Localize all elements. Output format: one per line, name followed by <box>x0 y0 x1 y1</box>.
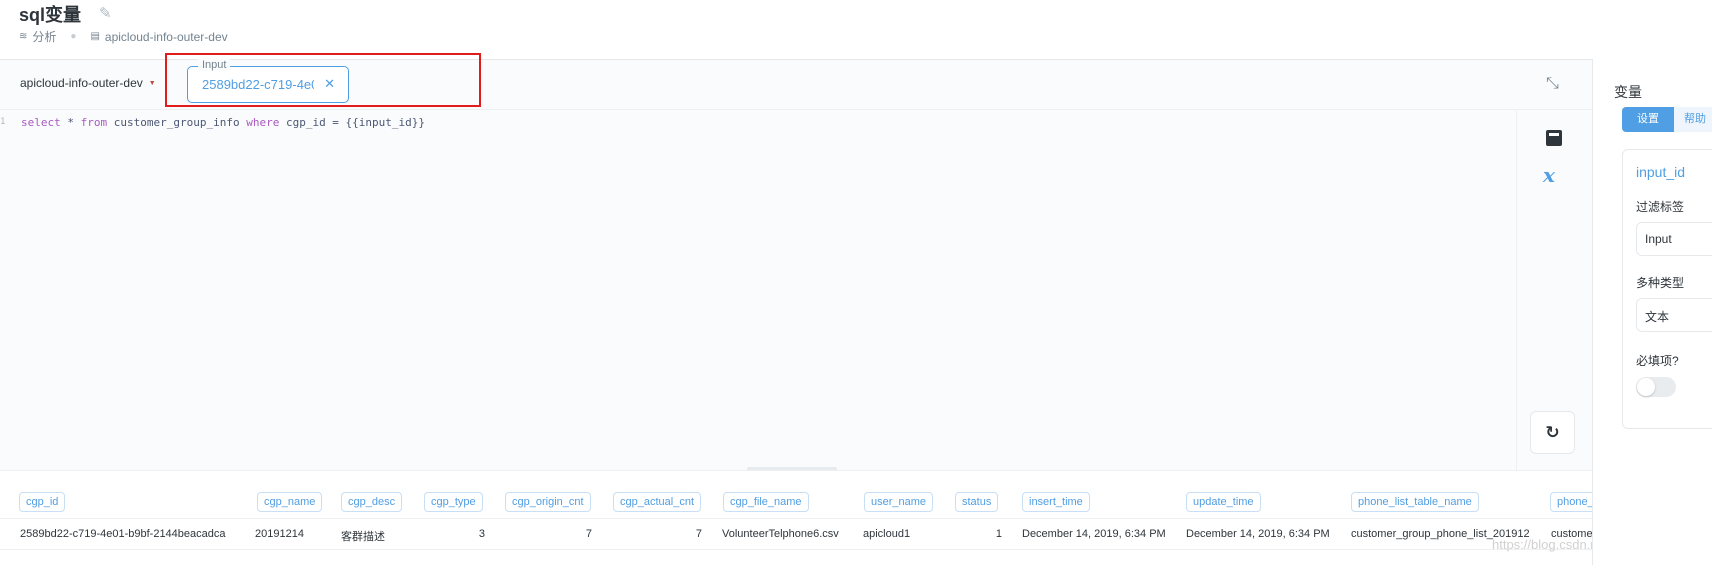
column-header[interactable]: cgp_type <box>424 492 483 512</box>
table-cell: 1 <box>995 528 1002 540</box>
table-cell: 客群描述 <box>341 531 385 543</box>
refresh-icon: ↻ <box>1545 422 1560 442</box>
sql-token: customer_group_info <box>107 116 247 129</box>
row-divider <box>0 518 1592 519</box>
column-header[interactable]: user_name <box>864 492 934 512</box>
table-cell: 7 <box>585 528 592 540</box>
column-header[interactable]: cgp_file_name <box>723 492 809 512</box>
tab-settings[interactable]: 设置 <box>1622 107 1674 132</box>
page-title[interactable]: sql变量 <box>19 1 81 27</box>
variable-type-select[interactable]: 文本 <box>1636 298 1712 332</box>
column-header[interactable]: status <box>955 492 999 512</box>
filter-label-input[interactable]: Input <box>1636 222 1712 256</box>
sql-token: cgp_id = {{input_id}} <box>279 116 426 129</box>
data-reference-icon[interactable] <box>1546 130 1562 146</box>
parameter-widget-input[interactable]: Input 2589bd22-c719-4e01-b9bf-2144beacad… <box>187 59 349 103</box>
parameter-label: Input <box>198 59 231 71</box>
filter-label-heading: 过滤标签 <box>1636 200 1685 214</box>
table-cell: 2589bd22-c719-4e01-b9bf-2144beacadca <box>20 528 226 540</box>
sql-code-line[interactable]: select * from customer_group_info where … <box>21 116 425 129</box>
column-header[interactable]: phone_list_table_name <box>1351 492 1479 512</box>
table-cell: 20191214 <box>255 528 304 540</box>
variable-name: input_id <box>1636 164 1686 180</box>
native-query-editor: apicloud-info-outer-dev ▼ Input 2589bd22… <box>0 53 1592 471</box>
column-header[interactable]: update_time <box>1186 492 1261 512</box>
toggle-knob <box>1637 378 1655 396</box>
table-cell: VolunteerTelphone6.csv <box>722 528 839 540</box>
edit-pencil-icon[interactable]: ✎ <box>99 4 112 22</box>
sql-token: * <box>60 116 81 129</box>
database-icon: ▤ <box>90 31 100 42</box>
table-cell: December 14, 2019, 6:34 PM <box>1186 528 1330 540</box>
required-toggle[interactable] <box>1636 377 1676 397</box>
parameter-bar: apicloud-info-outer-dev ▼ Input 2589bd22… <box>0 53 1592 110</box>
breadcrumb: ≋ 分析 ● ▤ apicloud-info-outer-dev <box>19 28 228 45</box>
tab-help[interactable]: 帮助 <box>1674 107 1712 132</box>
line-number: 1 <box>0 117 6 127</box>
sql-keyword: from <box>80 116 108 129</box>
clear-icon[interactable]: ✕ <box>324 76 335 92</box>
sql-keyword: select <box>21 116 61 129</box>
database-picker-label: apicloud-info-outer-dev <box>20 76 143 90</box>
sql-code-area[interactable]: 1 select * from customer_group_info wher… <box>0 110 1516 470</box>
chevron-down-icon: ▼ <box>148 79 156 87</box>
column-header[interactable]: cgp_origin_cnt <box>505 492 591 512</box>
collapse-editor-icon[interactable]: ⤡ <box>1546 75 1559 93</box>
column-header[interactable]: cgp_actual_cnt <box>613 492 701 512</box>
table-cell: 3 <box>478 528 485 540</box>
variable-settings-card: input_id 过滤标签 Input 多种类型 文本 必填项? <box>1622 149 1712 429</box>
table-cell: December 14, 2019, 6:34 PM <box>1022 528 1166 540</box>
results-table: cgp_id cgp_name cgp_desc cgp_type cgp_or… <box>0 470 1601 565</box>
breadcrumb-separator: ● <box>70 31 77 42</box>
row-divider <box>0 549 1592 550</box>
table-cell: apicloud1 <box>863 528 911 540</box>
database-picker[interactable]: apicloud-info-outer-dev ▼ <box>20 76 156 90</box>
column-header[interactable]: cgp_desc <box>341 492 403 512</box>
sql-keyword: where <box>246 116 280 129</box>
column-header[interactable]: cgp_name <box>257 492 323 512</box>
collection-icon: ≋ <box>19 31 28 42</box>
run-query-button[interactable]: ↻ <box>1530 411 1575 454</box>
sidebar-title: 变量 <box>1614 84 1642 100</box>
variables-icon[interactable]: x <box>1543 163 1555 187</box>
column-header[interactable]: insert_time <box>1022 492 1090 512</box>
column-header[interactable]: cgp_id <box>19 492 66 512</box>
parameter-value-input[interactable]: 2589bd22-c719-4e01-b9bf-2144beacadca <box>202 77 314 92</box>
breadcrumb-database[interactable]: apicloud-info-outer-dev <box>105 30 228 44</box>
variables-sidebar: 变量 设置 帮助 input_id 过滤标签 Input 多种类型 文本 必填项… <box>1592 59 1712 565</box>
page-header: sql变量 ✎ ≋ 分析 ● ▤ apicloud-info-outer-dev <box>0 0 1712 58</box>
table-cell: 7 <box>695 528 702 540</box>
variable-type-heading: 多种类型 <box>1636 276 1685 290</box>
breadcrumb-collection[interactable]: 分析 <box>32 28 56 45</box>
editor-side-toolbar: x ↻ <box>1516 110 1592 470</box>
required-heading: 必填项? <box>1636 354 1679 368</box>
